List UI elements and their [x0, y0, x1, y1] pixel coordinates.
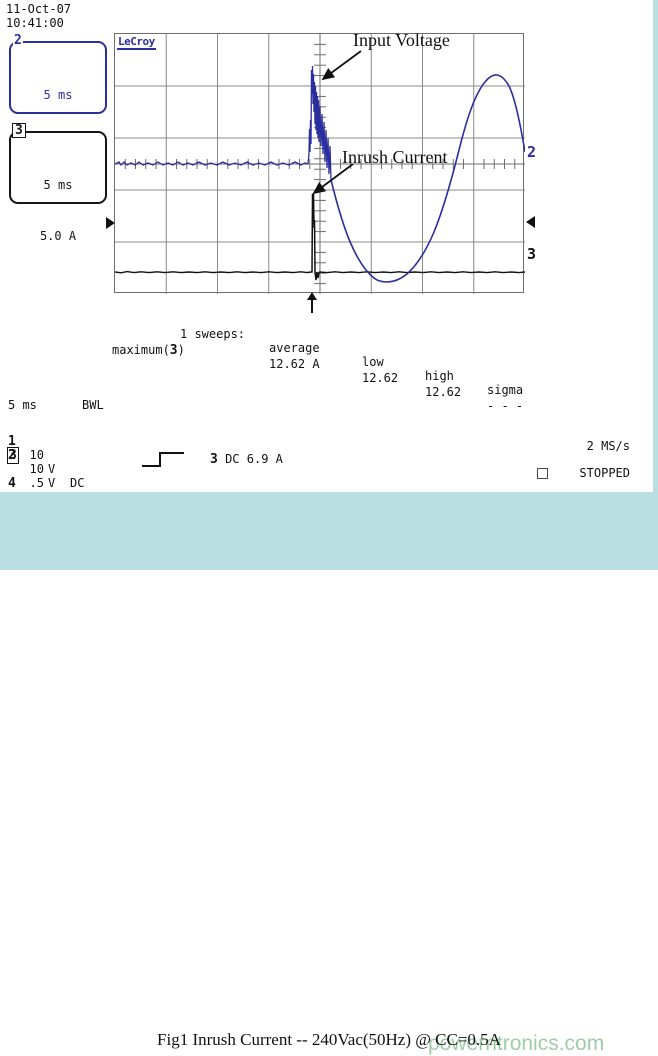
run-state-readout: STOPPED	[579, 466, 630, 480]
measure-param-suffix: )	[177, 343, 185, 357]
figure-caption: Fig1 Inrush Current -- 240Vac(50Hz) @ CC…	[157, 1030, 501, 1049]
trigger-channel: 3	[210, 452, 218, 467]
channel-3-setup-row[interactable]: 3 .5 V DC 10	[7, 447, 106, 526]
channel-3-tag: 3	[12, 123, 26, 138]
channel-4-setup-row[interactable]: 4 50 mV AC	[8, 462, 84, 532]
channel-3-scale: 5.0 A	[39, 229, 77, 243]
channel-1-coupling: DC	[70, 476, 85, 490]
right-level-marker-icon[interactable]	[526, 216, 535, 228]
waveform-graticule[interactable]: LeCroy Input Voltage Inrush Current	[114, 30, 525, 294]
measure-param-prefix: maximum(	[112, 343, 170, 357]
measurement-table: 1 sweeps: average low high sigma maximum…	[112, 313, 542, 413]
status-bar: 5 ms BWL 1 10 V DC 2 10 V AC 10 3 .5 V D…	[0, 398, 658, 532]
channel-4-number: 4	[8, 476, 16, 491]
channel-2-ground-marker[interactable]: 2	[527, 145, 536, 160]
annotation-arrows	[312, 50, 362, 195]
measure-header-sigma: sigma	[487, 383, 524, 397]
measurement-header-row: 1 sweeps: average low high sigma	[112, 313, 542, 397]
channel-2-settings-box[interactable]: 2 5 ms 100 V	[9, 34, 107, 153]
measurement-row: maximum(3) 12.62 A 12.62 12.62 - - -	[112, 329, 542, 413]
annotation-input-voltage: Input Voltage	[353, 30, 450, 50]
channel-3-timebase: 5 ms	[43, 178, 73, 192]
trigger-rising-edge-icon[interactable]	[140, 450, 188, 470]
measure-value-high: 12.62	[425, 385, 462, 399]
channel-3-values: 5 ms 5.0 A	[11, 143, 105, 279]
acquisition-indicator-icon	[537, 468, 548, 479]
measure-value-average: 12.62 A	[269, 357, 320, 371]
datetime-readout: 11-Oct-07 10:41:00	[6, 2, 71, 30]
arrow-inrush-current	[312, 163, 354, 195]
channel-1-setup-row[interactable]: 1 10 V DC	[8, 420, 84, 490]
measure-value-low: 12.62	[362, 371, 399, 385]
date-text: 11-Oct-07	[6, 2, 72, 16]
measure-param-channel: 3	[169, 343, 178, 358]
left-level-marker-icon[interactable]	[106, 217, 115, 229]
trigger-level: 6.9 A	[246, 452, 283, 466]
arrow-input-voltage	[321, 50, 362, 81]
oscilloscope-screenshot: 11-Oct-07 10:41:00 2 5 ms 100 V 3 5 ms 5…	[0, 0, 658, 1055]
channel-2-tag: 2	[13, 33, 23, 48]
channel-3-ground-marker[interactable]: 3	[527, 247, 536, 262]
trigger-position-arrow-icon[interactable]	[305, 292, 319, 314]
trigger-coupling: DC	[225, 452, 240, 466]
measure-header-low: low	[362, 355, 384, 369]
channel-3-settings-box[interactable]: 3 5 ms 5.0 A	[9, 123, 107, 243]
annotation-inrush-current: Inrush Current	[342, 147, 448, 167]
measure-header-high: high	[425, 369, 454, 383]
timebase-readout[interactable]: 5 ms	[8, 398, 37, 412]
channel-2-setup-row[interactable]: 2 10 V AC 10	[8, 434, 106, 512]
measure-param-name: maximum(3)	[112, 343, 185, 358]
caption-strip: powerntronics.com Fig1 Inrush Current --…	[0, 492, 658, 1055]
sample-rate-readout: 2 MS/s	[586, 439, 630, 453]
channel-2-timebase: 5 ms	[43, 88, 73, 102]
bwl-column-header: BWL	[82, 398, 104, 412]
trigger-readout[interactable]: 3 DC 6.9 A	[210, 452, 283, 467]
time-text: 10:41:00	[6, 16, 64, 30]
